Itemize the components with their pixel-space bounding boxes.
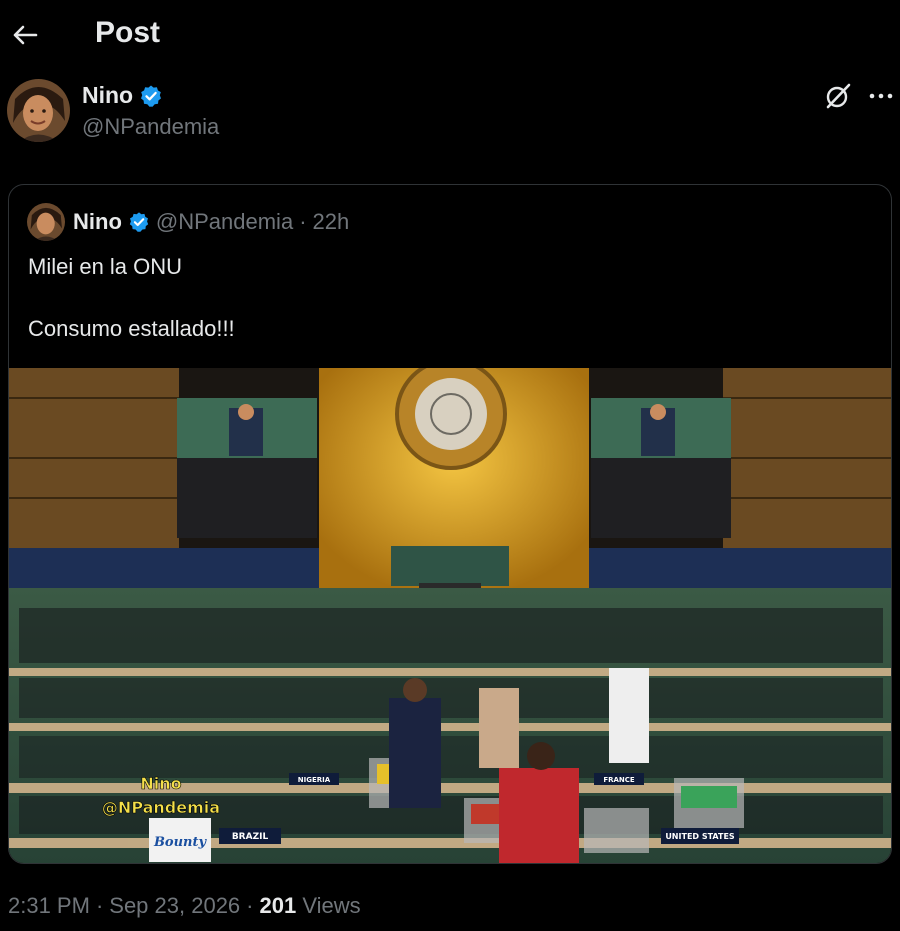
quoted-header: Nino @NPandemia · 22h — [73, 209, 349, 235]
grok-button[interactable] — [822, 80, 854, 112]
post-meta: 2:31 PM · Sep 23, 2026 · 201 Views — [8, 893, 361, 919]
grok-icon — [826, 83, 851, 109]
views-count: 201 — [259, 893, 297, 918]
more-options-button[interactable] — [866, 80, 896, 112]
verified-badge-icon — [129, 212, 149, 232]
separator-dot: · — [246, 893, 254, 918]
quoted-author-handle[interactable]: @NPandemia — [156, 209, 293, 235]
quoted-post[interactable]: Nino @NPandemia · 22h Milei en la ONU Co… — [8, 184, 892, 864]
quoted-avatar[interactable] — [27, 203, 65, 241]
quoted-media-image[interactable]: BRAZIL NIGERIA FRANCE UNITED STATES Boun… — [9, 368, 891, 863]
page-title: Post — [95, 16, 161, 49]
product-label: Bounty — [153, 835, 208, 850]
arrow-left-icon — [13, 25, 38, 45]
quoted-time[interactable]: 22h — [313, 209, 350, 235]
quoted-text: Milei en la ONU Consumo estallado!!! — [28, 254, 235, 341]
watermark-name: Nino — [140, 774, 181, 793]
placard-united-states: UNITED STATES — [665, 832, 735, 841]
views-label: Views — [302, 893, 361, 918]
back-button[interactable] — [8, 18, 42, 52]
post-time[interactable]: 2:31 PM — [8, 893, 90, 919]
author-name[interactable]: Nino — [82, 82, 133, 109]
verified-badge-icon — [141, 85, 162, 107]
placard-brazil: BRAZIL — [232, 832, 269, 842]
watermark-handle: @NPandemia — [102, 798, 220, 817]
more-horizontal-icon — [869, 93, 893, 99]
separator-dot: · — [299, 209, 307, 234]
quoted-author-name[interactable]: Nino — [73, 209, 122, 235]
separator-dot: · — [95, 893, 104, 918]
placard-nigeria: NIGERIA — [298, 776, 331, 784]
avatar[interactable] — [7, 79, 70, 142]
top-bar: Post — [0, 0, 900, 72]
placard-france: FRANCE — [603, 776, 635, 784]
author-name-row[interactable]: Nino — [82, 82, 163, 109]
author-handle[interactable]: @NPandemia — [82, 114, 219, 140]
post-date[interactable]: Sep 23, 2026 — [109, 893, 240, 919]
